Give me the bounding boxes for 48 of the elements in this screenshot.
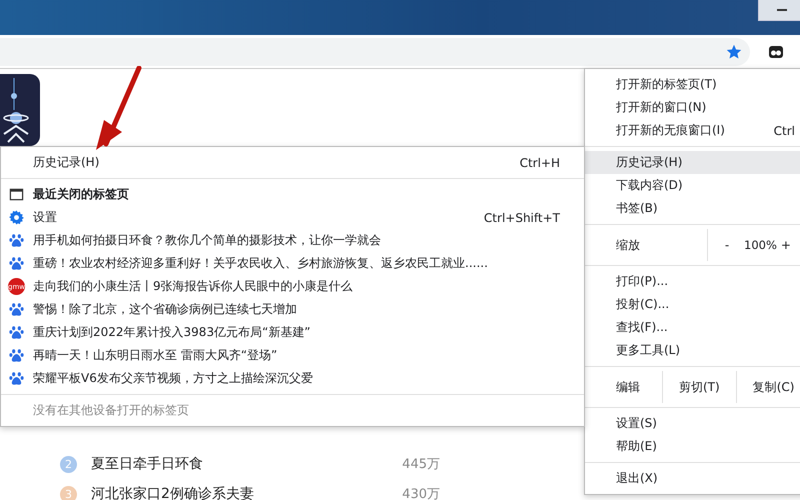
menu-item[interactable]: 投射(C)... bbox=[585, 293, 800, 316]
rank-badge: 2 bbox=[60, 456, 77, 472]
paw-icon bbox=[9, 302, 24, 317]
extension-icon[interactable] bbox=[768, 44, 784, 60]
rank-badge: 3 bbox=[60, 486, 77, 500]
history-item[interactable]: 再晴一天！山东明日雨水至 雷雨大风齐“登场” bbox=[1, 344, 584, 367]
paw-icon bbox=[9, 233, 24, 248]
history-item[interactable]: 警惕！除了北京，这个省确诊病例已连续七天增加 bbox=[1, 298, 584, 321]
search-count: 445万 bbox=[402, 456, 440, 473]
star-icon[interactable] bbox=[726, 44, 742, 60]
menu-item[interactable]: 打开新的标签页(T) bbox=[585, 73, 800, 96]
menu-item[interactable]: 历史记录(H) bbox=[585, 151, 800, 174]
menu-item[interactable]: 历史记录(H) Ctrl+H bbox=[1, 151, 584, 174]
menu-item[interactable]: 更多工具(L) bbox=[585, 339, 800, 362]
history-item[interactable]: 重庆计划到2022年累计投入3983亿元布局“新基建” bbox=[1, 321, 584, 344]
settings-icon bbox=[9, 210, 24, 225]
menu-item[interactable]: 查找(F)... bbox=[585, 316, 800, 339]
minimize-button[interactable] bbox=[758, 0, 800, 21]
hot-search-title[interactable]: 夏至日牵手日环食 bbox=[91, 455, 388, 473]
paw-icon bbox=[9, 348, 24, 363]
menu-item[interactable]: 打开新的窗口(N) bbox=[585, 96, 800, 119]
menu-item[interactable]: 书签(B) bbox=[585, 197, 800, 220]
paw-icon bbox=[9, 371, 24, 386]
edit-button[interactable]: 剪切(T) bbox=[663, 371, 736, 403]
menu-item[interactable]: 下载内容(D) bbox=[585, 174, 800, 197]
menu-item[interactable]: 设置(S) bbox=[585, 412, 800, 435]
empty-message: 没有在其他设备打开的标签页 bbox=[32, 402, 190, 419]
history-item[interactable]: 荣耀平板V6发布父亲节视频，方寸之上描绘深沉父爱 bbox=[1, 367, 584, 390]
menu-item[interactable]: 帮助(E) bbox=[585, 435, 800, 458]
hot-search-title[interactable]: 河北张家口2例确诊系夫妻 bbox=[91, 485, 388, 500]
zoom-label: 缩放 bbox=[615, 236, 641, 254]
window-icon bbox=[9, 187, 24, 202]
zoom-out-button[interactable]: - bbox=[722, 238, 732, 252]
edit-button[interactable]: 复制(C) bbox=[736, 371, 800, 403]
paw-icon bbox=[9, 256, 24, 271]
history-item[interactable]: 设置 Ctrl+Shift+T bbox=[1, 206, 584, 229]
menu-item[interactable]: 打印(P)... bbox=[585, 270, 800, 293]
search-count: 430万 bbox=[402, 486, 440, 500]
zoom-value: 100% bbox=[743, 238, 777, 252]
history-item[interactable]: 用手机如何拍摄日环食？教你几个简单的摄影技术，让你一学就会 bbox=[1, 229, 584, 252]
zoom-in-button[interactable]: + bbox=[780, 238, 791, 252]
edit-label: 编辑 bbox=[615, 378, 641, 396]
menu-item[interactable]: 退出(X) bbox=[585, 467, 800, 490]
menu-item[interactable]: 打开新的无痕窗口(I) Ctrl bbox=[585, 119, 800, 142]
paw-icon bbox=[9, 325, 24, 340]
logo-icon bbox=[0, 74, 40, 146]
history-item[interactable]: 最近关闭的标签页 bbox=[1, 183, 584, 206]
history-item[interactable]: 重磅！农业农村经济迎多重利好！关乎农民收入、乡村旅游恢复、返乡农民工就业...... bbox=[1, 252, 584, 275]
